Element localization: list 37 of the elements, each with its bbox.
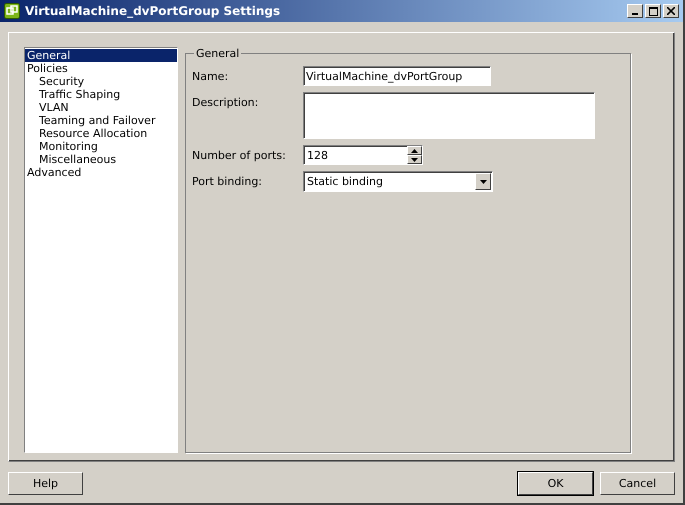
dialog-button[interactable]: Cancel [600, 472, 675, 495]
minimize-button[interactable] [627, 4, 643, 18]
tree-item[interactable]: Miscellaneous [25, 153, 177, 166]
tree-item[interactable]: Security [25, 75, 177, 88]
group-title: General [195, 47, 240, 60]
tree-item[interactable]: Policies [25, 62, 177, 75]
tree-item[interactable]: Monitoring [25, 140, 177, 153]
ports-spinner[interactable]: 128 [303, 145, 423, 165]
window-title: VirtualMachine_dvPortGroup Settings [25, 4, 282, 18]
tree-item[interactable]: Resource Allocation [25, 127, 177, 140]
spin-down-button[interactable] [407, 155, 422, 164]
name-field[interactable]: VirtualMachine_dvPortGroup [303, 66, 491, 86]
field-label: Name: [192, 69, 230, 83]
maximize-button[interactable] [645, 4, 661, 18]
close-button[interactable] [663, 4, 679, 18]
down-arrow-icon [411, 158, 418, 162]
close-icon [667, 7, 675, 15]
description-field[interactable] [303, 92, 595, 139]
port-binding-dropdown[interactable]: Static binding [303, 171, 493, 192]
dropdown-button[interactable] [475, 173, 491, 190]
field-label: Port binding: [192, 174, 264, 188]
maximize-icon [648, 6, 658, 16]
dropdown-value: Static binding [307, 175, 384, 188]
tree-item[interactable]: Advanced [25, 166, 177, 179]
tree-item[interactable]: Traffic Shaping [25, 88, 177, 101]
app-icon [4, 3, 20, 19]
tree-item[interactable]: VLAN [25, 101, 177, 114]
tree-item[interactable]: General [25, 49, 177, 62]
spin-up-button[interactable] [407, 146, 422, 155]
field-label: Number of ports: [192, 148, 287, 162]
down-arrow-icon [480, 180, 486, 184]
up-arrow-icon [411, 148, 418, 152]
field-label: Description: [192, 95, 260, 109]
dialog-button[interactable]: Help [8, 472, 83, 495]
tree-item[interactable]: Teaming and Failover [25, 114, 177, 127]
dialog-button[interactable]: OK [518, 472, 593, 495]
ports-field[interactable]: 128 [304, 146, 407, 164]
